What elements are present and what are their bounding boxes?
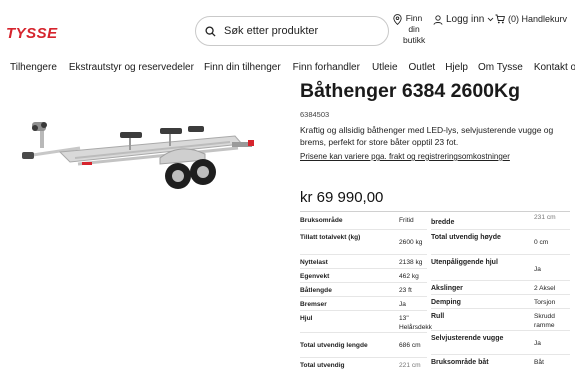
- spec-value: Ja: [534, 266, 541, 273]
- spec-row: Tillatt totalvekt (kg) 2600 kg: [300, 230, 427, 255]
- spec-row: Selvjusterende vugge Ja: [431, 331, 570, 355]
- spec-value: 23 ft: [399, 287, 412, 294]
- nav-item-om-tysse[interactable]: Om Tysse: [478, 62, 523, 73]
- nav-item-finn-forhandler[interactable]: Finn forhandler: [293, 62, 360, 73]
- login-button[interactable]: Logg inn: [433, 14, 494, 25]
- search-icon: [205, 25, 216, 37]
- search-input[interactable]: Søk etter produkter: [224, 25, 318, 37]
- spec-value: 231 cm: [534, 214, 556, 221]
- spec-key: Bremser: [300, 301, 327, 308]
- product-title: Båthenger 6384 2600Kg: [300, 80, 521, 102]
- spec-key: Tillatt totalvekt (kg): [300, 234, 361, 241]
- spec-key: Egenvekt: [300, 273, 330, 280]
- spec-row: Utenpåliggende hjul Ja: [431, 255, 570, 281]
- spec-key: bredde: [431, 219, 455, 226]
- svg-text:TYSSE: TYSSE: [6, 25, 58, 41]
- spec-value: 13" Helårsdekk: [399, 315, 432, 331]
- login-label: Logg inn: [446, 14, 485, 25]
- spec-key: Total utvendig høyde: [431, 234, 501, 241]
- nav-item-utleie[interactable]: Utleie: [372, 62, 398, 73]
- product-description: Kraftig og allsidig båthenger med LED-ly…: [300, 125, 554, 147]
- spec-row: Nyttelast 2138 kg: [300, 255, 427, 269]
- spec-value: 462 kg: [399, 273, 419, 280]
- spec-row: Bruksområde Fritid: [300, 213, 427, 230]
- spec-key: Rull: [431, 313, 445, 320]
- tysse-logo[interactable]: TYSSE: [6, 25, 74, 41]
- spec-key: Hjul: [300, 315, 313, 322]
- chevron-down-icon: [488, 17, 494, 22]
- cart-icon: [495, 14, 505, 24]
- spec-value: 0 cm: [534, 239, 549, 246]
- store-line-2: din: [408, 24, 420, 34]
- spec-key: Bruksområde båt: [431, 359, 489, 366]
- main-nav: Tilhengere Ekstrautstyr og reservedeler …: [10, 62, 575, 73]
- nav-item-ekstrautstyr[interactable]: Ekstrautstyr og reservedeler: [69, 62, 194, 73]
- spec-row: Rull Skrudd ramme: [431, 309, 570, 331]
- spec-table-left: Bruksområde Fritid Tillatt totalvekt (kg…: [300, 213, 432, 371]
- product-image[interactable]: [20, 118, 260, 200]
- spec-value: Ja: [534, 340, 541, 347]
- spec-row: bredde 231 cm: [431, 213, 570, 230]
- spec-row: Båtlengde 23 ft: [300, 283, 427, 297]
- product-price: kr 69 990,00: [300, 189, 384, 206]
- spec-row: Egenvekt 462 kg: [300, 269, 427, 283]
- spec-key: Bruksområde: [300, 217, 343, 224]
- nav-item-outlet[interactable]: Outlet: [409, 62, 436, 73]
- spec-key: Total utvendig: [300, 362, 345, 369]
- spec-value: Skrudd ramme: [534, 313, 555, 329]
- location-pin-icon: [393, 14, 402, 25]
- spec-key: Akslinger: [431, 285, 463, 292]
- spec-value: Torsjon: [534, 299, 556, 306]
- spec-table-right: bredde 231 cm Total utvendig høyde 0 cm …: [431, 213, 570, 369]
- spec-row: Total utvendig 221 cm: [300, 358, 427, 371]
- nav-item-hjelp[interactable]: Hjelp: [445, 62, 468, 73]
- nav-item-finn-tilhenger[interactable]: Finn din tilhenger: [204, 62, 281, 73]
- nav-item-kontakt[interactable]: Kontakt oss: [534, 62, 575, 73]
- spec-table-divider: [300, 211, 570, 212]
- spec-value: Ja: [399, 301, 406, 308]
- spec-key: Total utvendig lengde: [300, 342, 368, 349]
- spec-key: Båtlengde: [300, 287, 332, 294]
- spec-row: Bremser Ja: [300, 297, 427, 311]
- spec-row: Akslinger 2 Aksel: [431, 281, 570, 295]
- search-bar[interactable]: Søk etter produkter: [195, 16, 389, 46]
- product-sku: 6384503: [300, 110, 330, 119]
- spec-key: Demping: [431, 299, 461, 306]
- spec-key: Nyttelast: [300, 259, 328, 266]
- spec-key: Utenpåliggende hjul: [431, 259, 498, 266]
- spec-row: Hjul 13" Helårsdekk: [300, 311, 432, 333]
- spec-row: Total utvendig høyde 0 cm: [431, 230, 570, 255]
- spec-value: 221 cm: [399, 362, 421, 369]
- price-note-link[interactable]: Prisene kan variere pga. frakt og regist…: [300, 152, 510, 161]
- spec-value: 2 Aksel: [534, 285, 556, 292]
- spec-row: Demping Torsjon: [431, 295, 570, 309]
- user-icon: [433, 14, 443, 25]
- store-finder[interactable]: Finn din butikk: [393, 13, 426, 46]
- spec-value: 2600 kg: [399, 239, 423, 246]
- spec-value: Båt: [534, 359, 544, 366]
- spec-value: 686 cm: [399, 342, 421, 349]
- spec-value: 2138 kg: [399, 259, 423, 266]
- store-line-3: butikk: [403, 35, 426, 45]
- spec-row: Total utvendig lengde 686 cm: [300, 333, 427, 358]
- nav-item-tilhengere[interactable]: Tilhengere: [10, 62, 57, 73]
- cart-label: (0) Handlekurv: [508, 14, 568, 24]
- spec-key: Selvjusterende vugge: [431, 335, 504, 342]
- spec-value: Fritid: [399, 217, 414, 224]
- spec-row: Bruksområde båt Båt: [431, 355, 570, 369]
- cart-button[interactable]: (0) Handlekurv: [495, 14, 567, 24]
